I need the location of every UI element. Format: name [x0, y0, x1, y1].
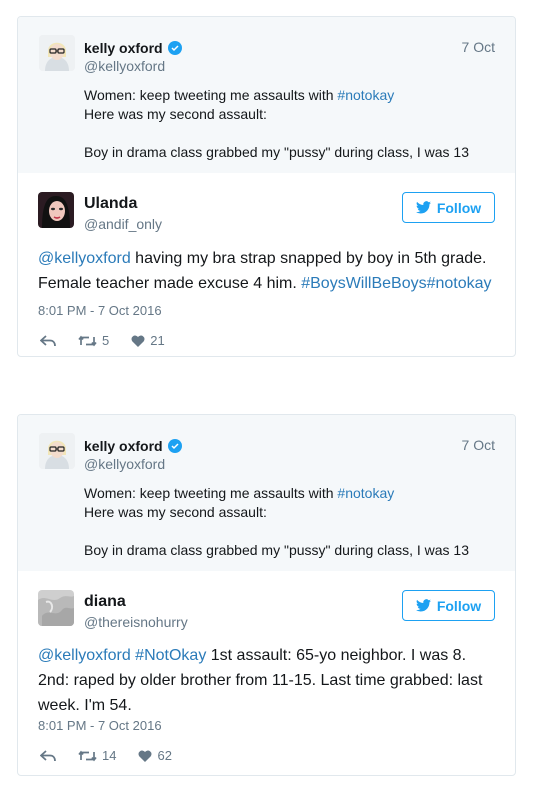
quoted-text-line4: Boy in drama class grabbed my "pussy" du…	[84, 144, 469, 160]
quoted-author-name[interactable]: kelly oxford	[84, 438, 163, 454]
reply-author-name[interactable]: Ulanda	[84, 195, 137, 213]
hashtag-link-boyswillbeboys[interactable]: #BoysWillBeBoys	[301, 275, 426, 292]
quoted-text-line3	[84, 124, 495, 143]
quoted-author-handle[interactable]: @kellyoxford	[84, 58, 495, 74]
kelly-oxford-avatar[interactable]	[39, 35, 75, 71]
like-count: 21	[150, 333, 165, 348]
hashtag-link-notokay[interactable]: #notokay	[427, 275, 492, 292]
twitter-bird-icon	[415, 599, 431, 612]
tweet-actions: 5 21	[40, 333, 187, 348]
quoted-tweet-text: Women: keep tweeting me assaults with #n…	[84, 86, 495, 162]
retweet-count: 14	[102, 748, 117, 763]
quoted-text-line1: Women: keep tweeting me assaults with	[84, 485, 338, 501]
like-count: 62	[157, 748, 172, 763]
retweet-action[interactable]: 14	[78, 748, 116, 763]
heart-icon	[138, 750, 152, 762]
reply-author-handle[interactable]: @thereisnohurry	[84, 614, 188, 630]
retweet-icon	[78, 750, 97, 761]
hashtag-link[interactable]: #notokay	[337, 87, 394, 103]
quoted-text-line1: Women: keep tweeting me assaults with	[84, 87, 338, 103]
heart-icon	[131, 335, 145, 347]
reply-tweet-text: @kellyoxford having my bra strap snapped…	[38, 246, 497, 296]
quoted-tweet[interactable]: kelly oxford @kellyoxford 7 Oct Women: k…	[18, 17, 515, 173]
quoted-text-line2: Here was my second assault:	[84, 106, 267, 122]
follow-label: Follow	[436, 199, 482, 216]
reply-icon	[40, 749, 56, 761]
hashtag-link[interactable]: #notokay	[337, 485, 394, 501]
quoted-text-line4: Boy in drama class grabbed my "pussy" du…	[84, 542, 469, 558]
reply-tweet: Ulanda @andif_only Follow @kellyoxford h…	[18, 173, 515, 348]
twitter-bird-icon	[415, 201, 431, 214]
ulanda-avatar[interactable]	[38, 192, 74, 228]
quoted-tweet[interactable]: kelly oxford @kellyoxford 7 Oct Women: k…	[18, 415, 515, 571]
verified-badge-icon	[167, 41, 182, 55]
tweet-timestamp[interactable]: 8:01 PM - 7 Oct 2016	[38, 303, 162, 318]
embedded-tweet-card: kelly oxford @kellyoxford 7 Oct Women: k…	[17, 414, 516, 776]
reply-icon	[40, 334, 56, 346]
like-action[interactable]: 21	[131, 333, 165, 348]
diana-avatar[interactable]	[38, 590, 74, 626]
mention-link[interactable]: @kellyoxford	[38, 250, 131, 267]
kelly-oxford-avatar[interactable]	[39, 433, 75, 469]
reply-tweet-text: @kellyoxford #NotOkay 1st assault: 65-yo…	[38, 643, 497, 718]
like-action[interactable]: 62	[138, 748, 172, 763]
follow-label: Follow	[436, 597, 482, 614]
tweet-actions: 14 62	[40, 748, 194, 763]
follow-button[interactable]: Follow	[402, 192, 495, 223]
retweet-count: 5	[102, 333, 110, 348]
follow-button[interactable]: Follow	[402, 590, 495, 621]
quoted-author-name[interactable]: kelly oxford	[84, 40, 163, 56]
reply-action[interactable]	[40, 334, 56, 347]
quoted-author-handle[interactable]: @kellyoxford	[84, 456, 495, 472]
reply-action[interactable]	[40, 749, 56, 762]
embedded-tweet-card: kelly oxford @kellyoxford 7 Oct Women: k…	[17, 16, 516, 357]
reply-author-handle[interactable]: @andif_only	[84, 216, 162, 232]
hashtag-link-notokay[interactable]: #NotOkay	[135, 647, 206, 664]
mention-link[interactable]: @kellyoxford	[38, 647, 131, 664]
quoted-text-line2: Here was my second assault:	[84, 504, 267, 520]
tweet-timestamp[interactable]: 8:01 PM - 7 Oct 2016	[38, 718, 162, 733]
retweet-icon	[78, 335, 97, 346]
reply-tweet: diana @thereisnohurry Follow @kellyoxfor…	[18, 571, 515, 763]
quoted-text-line3	[84, 522, 495, 541]
quoted-tweet-date[interactable]: 7 Oct	[462, 39, 495, 55]
quoted-tweet-date[interactable]: 7 Oct	[462, 437, 495, 453]
retweet-action[interactable]: 5	[78, 333, 109, 348]
reply-author-name[interactable]: diana	[84, 593, 126, 611]
quoted-tweet-text: Women: keep tweeting me assaults with #n…	[84, 484, 495, 560]
verified-badge-icon	[167, 439, 182, 453]
